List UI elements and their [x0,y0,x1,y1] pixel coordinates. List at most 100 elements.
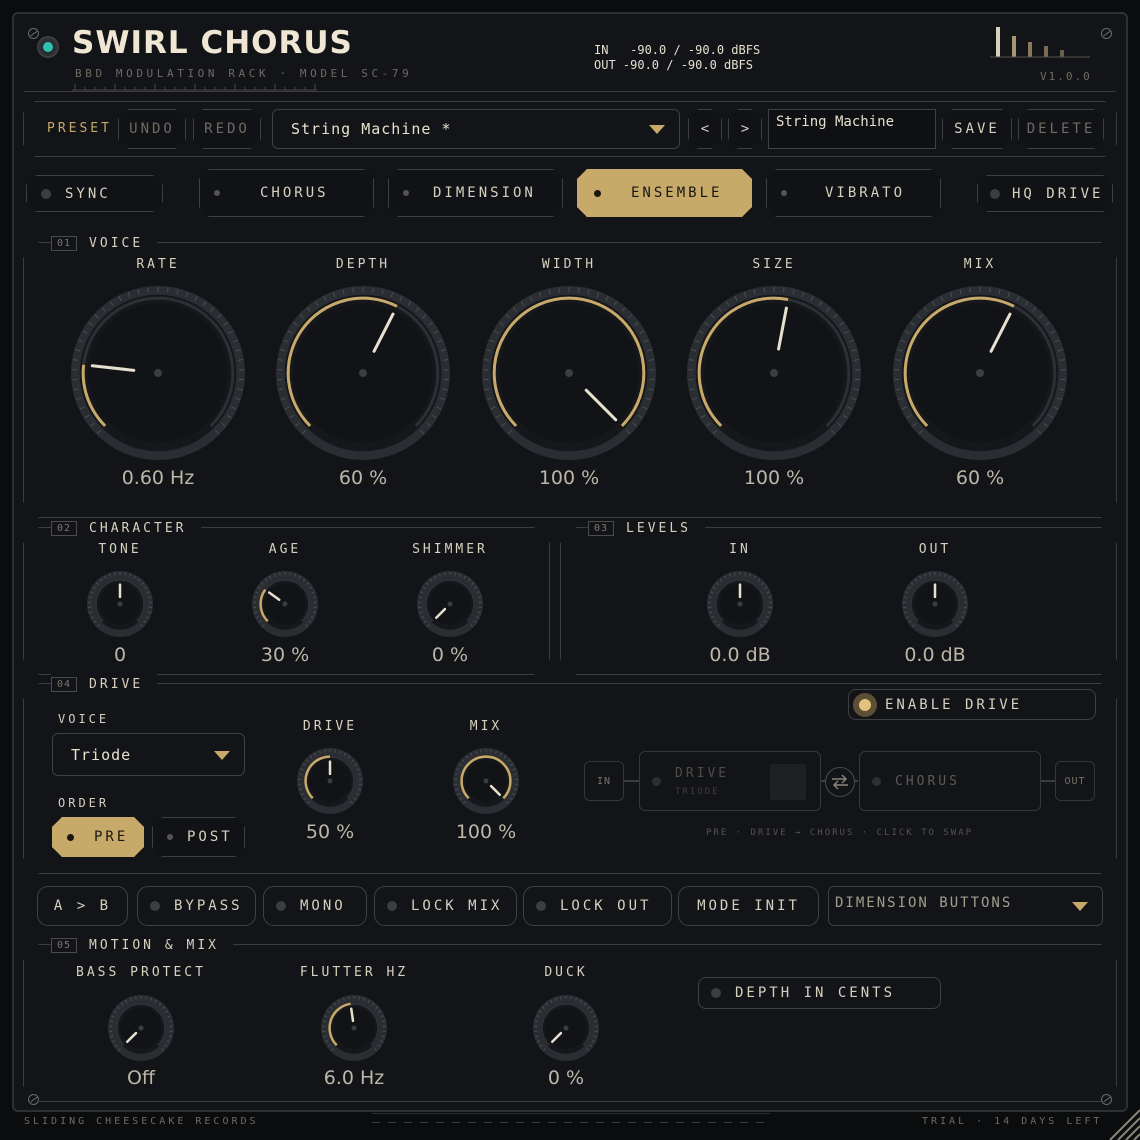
knob-value: 30 % [260,644,310,666]
mode-dimension-button[interactable]: DIMENSION [388,169,563,217]
knob-dial[interactable] [683,282,865,464]
chain-out-node: OUT [1055,761,1095,801]
knob-dial[interactable] [413,567,487,641]
knob-label: OUT [918,542,952,557]
voice-panel-tag: 01 VOICE [51,233,158,253]
depth-in-cents-toggle[interactable]: DEPTH IN CENTS [698,977,941,1009]
swap-icon [832,774,848,790]
knob-dial[interactable] [293,744,367,818]
mono-label: MONO [300,898,346,914]
knob-value: 100 % [455,821,517,843]
knob-dial[interactable] [703,567,777,641]
mode-label: CHORUS [260,185,329,201]
sync-label: SYNC [65,185,111,202]
footer-dash-decoration [372,1113,770,1125]
sync-led [41,189,51,199]
order-pre-button[interactable]: PRE [52,817,144,857]
knob-label: WIDTH [541,257,597,272]
power-led[interactable] [37,36,59,58]
hq-drive-led [990,189,1000,199]
panel-title: MOTION & MIX [89,937,219,953]
chain-in-node: IN [584,761,624,801]
screw-icon [1101,28,1112,39]
panel-number: 04 [51,676,78,692]
save-button[interactable]: SAVE [942,109,1012,149]
knob-label: RATE [136,257,180,272]
mode-ensemble-button[interactable]: ENSEMBLE [577,169,752,217]
mono-toggle[interactable]: MONO [263,886,367,926]
lock-mix-label: LOCK MIX [411,898,503,914]
delete-button[interactable]: DELETE [1018,109,1104,149]
next-preset-button[interactable]: > [728,109,762,149]
chain-drive-block[interactable]: DRIVE TRIODE [639,751,821,811]
chevron-down-icon [649,125,665,134]
sync-toggle[interactable]: SYNC [26,175,163,212]
footer-company: SLIDING CHEESECAKE RECORDS [24,1116,259,1127]
knob-dial[interactable] [529,991,603,1065]
knob-value: 0.60 Hz [121,467,195,489]
redo-button[interactable]: REDO [193,109,261,149]
subtitle: BBD MODULATION RACK · MODEL SC-79 [75,67,413,80]
swap-button[interactable] [825,767,855,797]
knob-dial[interactable] [889,282,1071,464]
enable-drive-label: ENABLE DRIVE [885,696,1023,713]
panel-number: 05 [51,937,78,953]
mono-led [276,901,286,911]
enable-drive-toggle[interactable]: ENABLE DRIVE [848,689,1096,720]
preset-label: PRESET [47,121,112,136]
knob-dial[interactable] [67,282,249,464]
chain-hint: PRE · DRIVE → CHORUS · CLICK TO SWAP [706,828,974,838]
chain-chorus-block[interactable]: CHORUS [859,751,1041,811]
depth-cents-led [711,988,721,998]
ab-button[interactable]: A > B [37,886,128,926]
button-mode-value: DIMENSION BUTTONS [835,895,1013,911]
lock-mix-toggle[interactable]: LOCK MIX [374,886,517,926]
bypass-led [150,901,160,911]
knob-dial[interactable] [83,567,157,641]
bypass-toggle[interactable]: BYPASS [137,886,256,926]
lock-out-toggle[interactable]: LOCK OUT [523,886,672,926]
knob-dial[interactable] [478,282,660,464]
panel-number: 03 [588,520,615,536]
undo-button[interactable]: UNDO [118,109,186,149]
lock-mix-led [387,901,397,911]
order-led [67,834,74,841]
button-mode-dropdown[interactable]: DIMENSION BUTTONS [828,886,1103,926]
resize-grip-icon[interactable] [1104,1104,1140,1140]
preset-dropdown[interactable]: String Machine * [272,109,680,149]
knob-value: 0.0 dB [904,644,966,666]
drive-voice-value: Triode [71,745,132,764]
knob-dial[interactable] [104,991,178,1065]
drive-voice-dropdown[interactable]: Triode [52,733,245,776]
screw-icon [28,28,39,39]
knob-dial[interactable] [272,282,454,464]
knob-dial[interactable] [317,991,391,1065]
knob-dial[interactable] [248,567,322,641]
panel-title: VOICE [89,235,144,251]
mode-init-label: MODE INIT [697,898,800,914]
knob-label: AGE [268,542,302,557]
order-post-button[interactable]: POST [152,817,245,857]
knob-value: 60 % [338,467,388,489]
mode-chorus-button[interactable]: CHORUS [199,169,374,217]
app-title: SWIRL CHORUS [72,25,353,61]
knob-value: 50 % [305,821,355,843]
hq-drive-toggle[interactable]: HQ DRIVE [977,175,1113,212]
order-post-label: POST [187,829,233,845]
knob-dial[interactable] [449,744,523,818]
knob-label: DEPTH [335,257,391,272]
levels-panel-tag: 03 LEVELS [588,518,706,538]
knob-label: SIZE [752,257,796,272]
preset-name-input[interactable] [768,109,936,149]
prev-preset-button[interactable]: < [688,109,722,149]
knob-dial[interactable] [898,567,972,641]
mode-vibrato-button[interactable]: VIBRATO [766,169,941,217]
drive-panel-tag: 04 DRIVE [51,674,158,694]
chevron-down-icon [1072,902,1088,911]
footer-trial: TRIAL · 14 DAYS LEFT [922,1116,1103,1127]
chorus-block-label: CHORUS [895,773,960,789]
mode-label: ENSEMBLE [631,185,723,201]
knob-value: 100 % [538,467,600,489]
mode-init-button[interactable]: MODE INIT [678,886,819,926]
version-label: V1.0.0 [1040,70,1092,83]
